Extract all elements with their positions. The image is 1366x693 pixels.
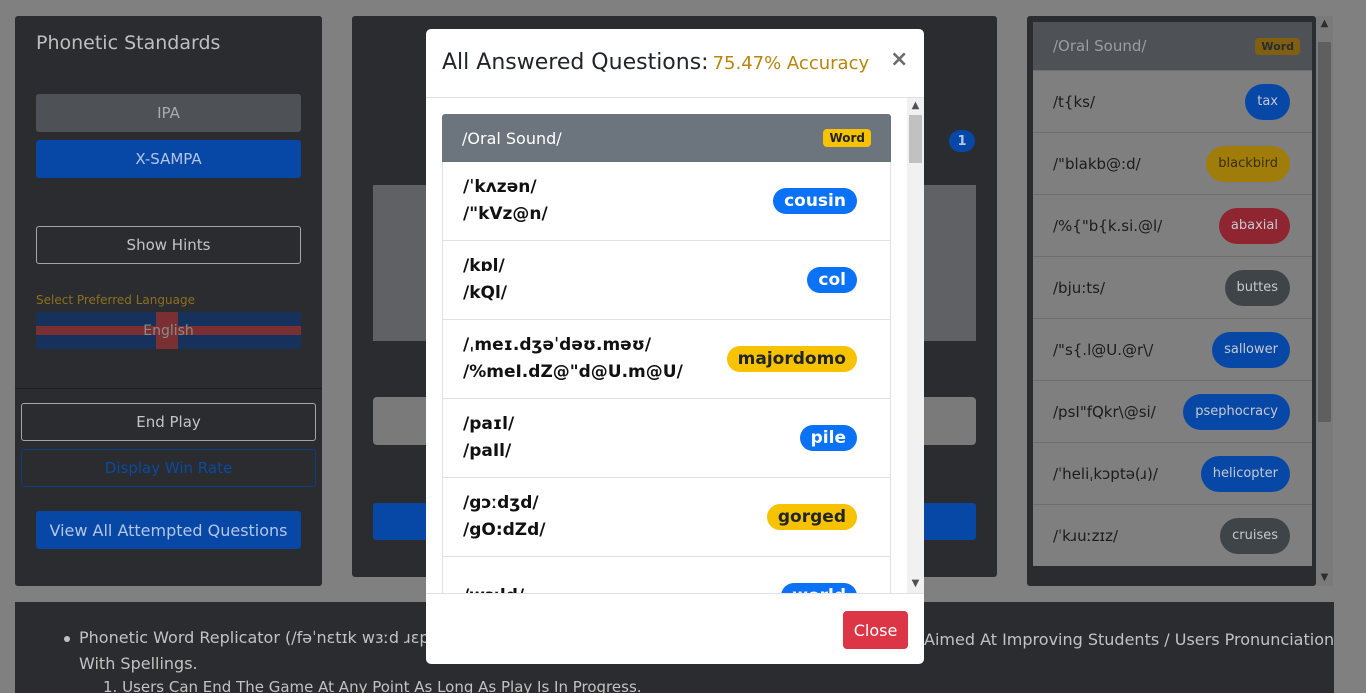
ipa-transcription: /paɪl/: [463, 414, 515, 434]
oral-sound: /bju:ts/: [1053, 278, 1106, 297]
word-pill: gorged: [766, 504, 857, 530]
ipa-transcription: /ˈkʌzən/: [463, 177, 537, 197]
modal-title: All Answered Questions: 75.47% Accuracy: [442, 50, 869, 75]
oral-sound: /%{"b{k.si.@l/: [1053, 216, 1163, 235]
list-item: /ˈkɹuːzɪz/cruises: [1033, 504, 1312, 566]
bullet-icon: [64, 635, 70, 642]
word-pill: cousin: [773, 188, 857, 214]
divider: [15, 388, 322, 389]
oral-sound: /paɪl/ /paIl/: [463, 411, 514, 465]
list-item: /"blakb@:d/blackbird: [1033, 132, 1312, 194]
oral-sound: /ˈheliˌkɔptə(ɹ)/: [1053, 464, 1158, 483]
modal-footer: Close: [426, 593, 924, 664]
word-badge: Word: [1255, 37, 1300, 55]
oral-sound: /ˈkʌzən/ /"kVz@n/: [463, 174, 548, 228]
instructions-line-3: 1. Users Can End The Game At Any Point A…: [103, 678, 642, 693]
list-header-label: /Oral Sound/: [462, 128, 562, 148]
answered-list-header: /Oral Sound/ Word: [1033, 22, 1312, 70]
list-header: /Oral Sound/ Word: [442, 114, 891, 162]
list-item: /t{ks/tax: [1033, 70, 1312, 132]
xsampa-transcription: /%meI.dZ@"d@U.m@U/: [463, 362, 683, 382]
scrollbar-thumb[interactable]: [1318, 42, 1331, 422]
oral-sound: /ˈkɹuːzɪz/: [1053, 526, 1119, 545]
word-pill: col: [807, 267, 857, 293]
scrollbar-thumb[interactable]: [909, 115, 922, 163]
modal-title-text: All Answered Questions:: [442, 50, 709, 75]
instructions-line-2: With Spellings.: [79, 654, 198, 673]
word-pill: blackbird: [1206, 145, 1290, 182]
instructions-text-1: Phonetic Word Replicator (/fəˈnɛtɪk wɜːd…: [79, 628, 440, 647]
list-item: /"s{.l@U.@r\/ sallower: [1033, 318, 1312, 380]
display-win-rate-button[interactable]: Display Win Rate: [21, 449, 316, 487]
oral-sound: /"s{.l@U.@r\/: [1053, 340, 1154, 359]
word-pill: world: [781, 583, 857, 593]
answered-questions-list: /Oral Sound/ Word /ˈkʌzən/ /"kVz@n/cousin…: [442, 114, 891, 593]
ipa-transcription: /wɜːld/: [463, 583, 524, 594]
xsampa-button[interactable]: X-SAMPA: [36, 140, 301, 178]
answered-list-panel: /Oral Sound/ Word /t{ks/tax/"blakb@:d/bl…: [1027, 16, 1316, 586]
word-pill: psephocracy: [1183, 393, 1290, 430]
scroll-up-icon[interactable]: ▲: [907, 100, 924, 111]
list-item: /kɒl/ /kQl/col: [442, 241, 891, 320]
oral-sound: /wɜːld/: [463, 583, 524, 594]
oral-sound: /kɒl/ /kQl/: [463, 253, 507, 307]
show-hints-button[interactable]: Show Hints: [36, 226, 301, 264]
xsampa-transcription: /"kVz@n/: [463, 204, 548, 224]
list-item: /ˈkʌzən/ /"kVz@n/cousin: [442, 162, 891, 241]
close-button[interactable]: Close: [843, 611, 908, 649]
list-item: /psI"fQkr\@si/psephocracy: [1033, 380, 1312, 442]
view-all-questions-button[interactable]: View All Attempted Questions: [36, 511, 301, 549]
scroll-down-icon[interactable]: ▼: [907, 578, 924, 589]
phonetic-standards-panel: Phonetic Standards IPA X-SAMPA Show Hint…: [15, 16, 322, 586]
question-count-badge: 1: [949, 130, 975, 152]
page-scrollbar[interactable]: ▲ ▼: [1316, 16, 1333, 586]
phonetic-standards-title: Phonetic Standards: [36, 32, 221, 54]
list-item: /paɪl/ /paIl/pile: [442, 399, 891, 478]
ipa-button[interactable]: IPA: [36, 94, 301, 132]
language-label: Select Preferred Language: [36, 293, 195, 307]
language-value: English: [143, 322, 194, 339]
oral-sound: /ˌmeɪ.dʒəˈdəʊ.məʊ/ /%meI.dZ@"d@U.m@U/: [463, 332, 683, 386]
modal-body[interactable]: /Oral Sound/ Word /ˈkʌzən/ /"kVz@n/cousin…: [426, 98, 906, 593]
oral-sound: /gɔːdʒd/ /gO:dZd/: [463, 490, 546, 544]
word-pill: pile: [799, 425, 857, 451]
word-pill: helicopter: [1200, 455, 1290, 492]
word-pill: buttes: [1224, 269, 1290, 306]
list-item: /ˈheliˌkɔptə(ɹ)/ helicopter: [1033, 442, 1312, 504]
scroll-down-icon[interactable]: ▼: [1316, 572, 1333, 583]
word-pill: majordomo: [726, 346, 857, 372]
word-pill: sallower: [1212, 331, 1290, 368]
language-select[interactable]: English: [36, 312, 301, 349]
instructions-line-1b: Aimed At Improving Students / Users Pron…: [924, 630, 1335, 649]
list-item: /ˌmeɪ.dʒəˈdəʊ.məʊ/ /%meI.dZ@"d@U.m@U/majo…: [442, 320, 891, 399]
oral-sound: /"blakb@:d/: [1053, 154, 1141, 173]
ipa-transcription: /gɔːdʒd/: [463, 493, 539, 513]
word-pill: tax: [1245, 83, 1290, 120]
modal-scrollbar[interactable]: ▲ ▼: [907, 98, 924, 593]
xsampa-transcription: /paIl/: [463, 441, 512, 461]
answered-list: /Oral Sound/ Word /t{ks/tax/"blakb@:d/bl…: [1033, 22, 1312, 566]
end-play-button[interactable]: End Play: [21, 403, 316, 441]
header-label: /Oral Sound/: [1053, 37, 1147, 55]
close-icon[interactable]: ×: [890, 47, 908, 72]
list-item: /wɜːld/world: [442, 557, 891, 593]
instructions-line-1: Phonetic Word Replicator (/fəˈnɛtɪk wɜːd…: [64, 628, 440, 647]
word-badge: Word: [823, 129, 871, 147]
oral-sound: /psI"fQkr\@si/: [1053, 402, 1156, 421]
scroll-up-icon[interactable]: ▲: [1316, 18, 1333, 29]
word-pill: cruises: [1220, 517, 1290, 554]
xsampa-transcription: /kQl/: [463, 283, 508, 303]
modal-header: All Answered Questions: 75.47% Accuracy ×: [426, 29, 924, 98]
xsampa-transcription: /gO:dZd/: [463, 520, 546, 540]
list-item: /bju:ts/buttes: [1033, 256, 1312, 318]
accuracy-label: 75.47% Accuracy: [712, 53, 870, 74]
list-item: /%{"b{k.si.@l/abaxial: [1033, 194, 1312, 256]
answered-questions-modal: All Answered Questions: 75.47% Accuracy ×…: [426, 29, 924, 664]
list-item: /gɔːdʒd/ /gO:dZd/gorged: [442, 478, 891, 557]
word-pill: abaxial: [1218, 207, 1290, 244]
ipa-transcription: /kɒl/: [463, 256, 505, 276]
oral-sound: /t{ks/: [1053, 92, 1096, 111]
ipa-transcription: /ˌmeɪ.dʒəˈdəʊ.məʊ/: [463, 335, 652, 355]
